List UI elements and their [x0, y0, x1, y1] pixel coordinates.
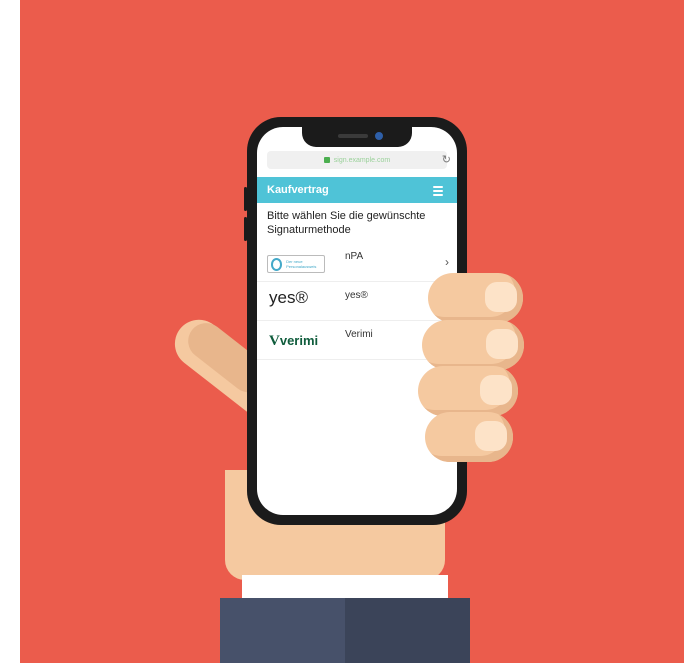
option-label: yes®: [345, 290, 368, 301]
fingernail: [480, 375, 512, 405]
option-label: Verimi: [345, 329, 373, 340]
phone-notch: [302, 127, 412, 147]
speaker-grille: [338, 134, 368, 138]
volume-button: [244, 217, 247, 241]
lock-icon: [323, 157, 330, 163]
phone-screen: sign.example.com ↻ Kaufvertrag Bitte wäh…: [257, 127, 457, 515]
hamburger-menu-icon[interactable]: [433, 186, 443, 196]
address-bar[interactable]: sign.example.com: [267, 151, 447, 169]
yes-logo: yes®: [269, 288, 308, 307]
front-camera: [375, 132, 383, 140]
illustration-background: sign.example.com ↻ Kaufvertrag Bitte wäh…: [20, 0, 684, 663]
sleeve-shade: [345, 598, 470, 663]
app-header: Kaufvertrag: [257, 177, 457, 203]
reload-icon[interactable]: ↻: [442, 151, 451, 169]
instruction-text: Bitte wählen Sie die gewünschte Signatur…: [267, 210, 426, 236]
chevron-right-icon: ›: [445, 255, 449, 269]
page-title: Kaufvertrag: [267, 184, 329, 196]
npa-ring-icon: [271, 257, 283, 271]
fingernail: [486, 329, 518, 359]
url-text: sign.example.com: [333, 156, 391, 164]
fingernail: [475, 421, 507, 451]
option-npa[interactable]: Der neue Personalausweis nPA ›: [257, 243, 457, 282]
volume-button: [244, 187, 247, 211]
option-yes[interactable]: yes® yes®: [257, 282, 457, 321]
npa-logo-text: Der neue Personalausweis: [286, 259, 317, 269]
verimi-logo: Vverimi: [269, 333, 319, 349]
option-label: nPA: [345, 251, 364, 262]
npa-logo: Der neue Personalausweis: [267, 255, 325, 273]
smartphone: sign.example.com ↻ Kaufvertrag Bitte wäh…: [244, 117, 467, 525]
finger: [418, 366, 518, 416]
finger: [425, 412, 513, 462]
fingernail: [485, 282, 517, 312]
finger: [428, 273, 523, 323]
finger: [422, 320, 524, 370]
